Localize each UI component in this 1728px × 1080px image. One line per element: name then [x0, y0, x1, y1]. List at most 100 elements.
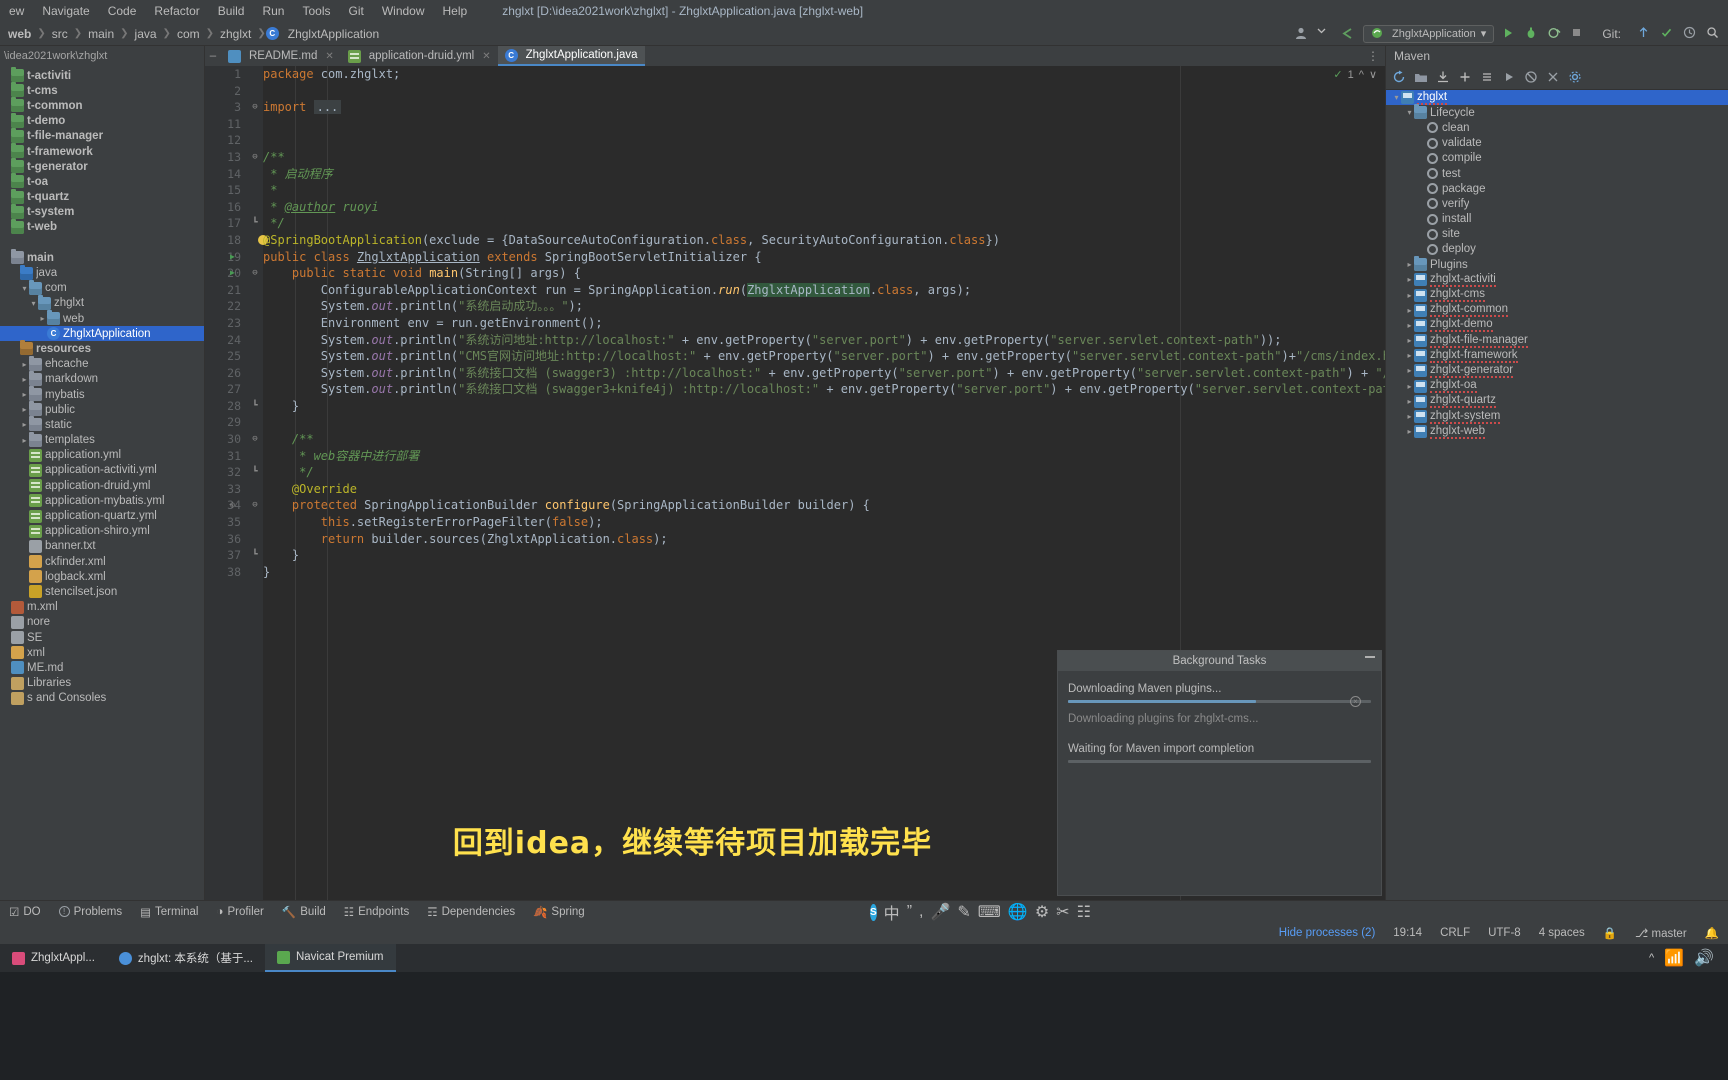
tree-item-templates[interactable]: ▸ templates	[0, 431, 204, 448]
fold-collapse-icon[interactable]: ⊖	[249, 497, 261, 514]
maven-tree-item-zhglxt-common[interactable]: ▸ zhglxt-common	[1386, 303, 1728, 318]
chevron-right-icon[interactable]: ▸	[1405, 260, 1414, 269]
tab-readme[interactable]: README.md ✕	[221, 46, 341, 66]
skip-tests-icon[interactable]	[1546, 70, 1562, 86]
history-icon[interactable]	[1683, 26, 1699, 42]
menu-icon[interactable]: ☷	[1077, 902, 1091, 922]
tree-item-banner-txt[interactable]: banner.txt	[0, 539, 204, 554]
breadcrumb-com[interactable]: com	[171, 27, 206, 41]
tree-item-t-generator[interactable]: t-generator	[0, 158, 204, 174]
minimize-icon[interactable]	[1365, 656, 1375, 658]
maven-tree-item-zhglxt-activiti[interactable]: ▸ zhglxt-activiti	[1386, 272, 1728, 287]
chevron-right-icon[interactable]: ▸	[20, 405, 29, 414]
chevron-right-icon[interactable]: ▸	[20, 390, 29, 399]
file-encoding[interactable]: UTF-8	[1479, 927, 1530, 939]
chevron-right-icon[interactable]: ▸	[1405, 397, 1414, 406]
menu-item-navigate[interactable]: Navigate	[33, 4, 98, 18]
code-line[interactable]: 15 *	[205, 182, 1385, 199]
quote-icon[interactable]: ”	[907, 903, 912, 921]
git-branch-widget[interactable]: ⎇ master	[1626, 926, 1696, 940]
tool-button-todo[interactable]: ☑ DO	[0, 905, 50, 919]
debug-icon[interactable]	[1524, 26, 1540, 42]
maven-tree-item-zhglxt-demo[interactable]: ▸ zhglxt-demo	[1386, 318, 1728, 333]
tool-button-endpoints[interactable]: ☷ Endpoints	[335, 905, 418, 919]
tree-item-application-activiti-yml[interactable]: application-activiti.yml	[0, 463, 204, 478]
tree-item-t-web[interactable]: t-web	[0, 218, 204, 235]
maven-tree-item-zhglxt-generator[interactable]: ▸ zhglxt-generator	[1386, 363, 1728, 378]
tree-item-zhglxtapplication[interactable]: C ZhglxtApplication	[0, 326, 204, 342]
tab-application-druid[interactable]: application-druid.yml ✕	[341, 46, 498, 66]
run-configuration-selector[interactable]: ZhglxtApplication ▾	[1363, 24, 1495, 43]
tree-item-markdown[interactable]: ▸ markdown	[0, 370, 204, 387]
menu-item-code[interactable]: Code	[99, 4, 146, 18]
menu-item-view[interactable]: ew	[0, 4, 33, 18]
code-line[interactable]: 2	[205, 83, 1385, 100]
code-line[interactable]: 3 ⊖ import ...	[205, 99, 1385, 116]
chevron-right-icon[interactable]: ▸	[1405, 306, 1414, 315]
indent-setting[interactable]: 4 spaces	[1530, 927, 1594, 939]
chevron-right-icon[interactable]: ▸	[20, 360, 29, 369]
maven-tool-window[interactable]: Maven ▾ zhglxt ▾ Lifecycle clean validat…	[1385, 46, 1728, 900]
tree-item-stencilset-json[interactable]: stencilset.json	[0, 584, 204, 599]
code-line[interactable]: 38}	[205, 564, 1385, 581]
chevron-down-icon[interactable]: ▾	[29, 299, 38, 308]
download-sources-icon[interactable]	[1436, 70, 1452, 86]
code-line[interactable]: 27 System.out.println("系统接口文档 (swagger3+…	[205, 381, 1385, 398]
maven-tree-item-zhglxt-framework[interactable]: ▸ zhglxt-framework	[1386, 348, 1728, 363]
code-line[interactable]: 19 ▶ public class ZhglxtApplication extend…	[205, 249, 1385, 266]
tree-item-nore[interactable]: nore	[0, 615, 204, 630]
tree-item-static[interactable]: ▸ static	[0, 416, 204, 432]
fold-collapse-icon[interactable]: ⊖	[249, 431, 261, 448]
chevron-right-icon[interactable]: ▸	[20, 375, 29, 384]
chevron-down-icon[interactable]	[1317, 26, 1333, 42]
tool-button-build[interactable]: 🔨 Build	[273, 905, 335, 919]
chevron-down-icon[interactable]: ▾	[1392, 93, 1401, 102]
tree-item-main[interactable]: main	[0, 249, 204, 265]
code-line[interactable]: 24 System.out.println("系统访问地址:http://loc…	[205, 332, 1385, 349]
tree-item-application-quartz-yml[interactable]: application-quartz.yml	[0, 508, 204, 523]
maven-tree-item-plugins[interactable]: ▸ Plugins	[1386, 256, 1728, 272]
tree-item-com[interactable]: ▾ com	[0, 279, 204, 296]
close-icon[interactable]: ✕	[482, 51, 490, 62]
tab-zhglxt-application[interactable]: C ZhglxtApplication.java	[497, 46, 645, 66]
fold-end-icon[interactable]: ┗	[249, 215, 261, 232]
tool-button-dependencies[interactable]: ☶ Dependencies	[418, 905, 524, 919]
chevron-up-icon[interactable]: ^	[1359, 69, 1364, 81]
maven-tree-item-zhglxt-system[interactable]: ▸ zhglxt-system	[1386, 409, 1728, 424]
tree-item-application-shiro-yml[interactable]: application-shiro.yml	[0, 524, 204, 539]
code-line[interactable]: 16 * @author ruoyi	[205, 199, 1385, 216]
breadcrumb-java[interactable]: java	[129, 27, 163, 41]
code-line[interactable]: 23 Environment env = run.getEnvironment(…	[205, 315, 1385, 332]
menu-item-build[interactable]: Build	[209, 4, 254, 18]
maven-tree-item-verify[interactable]: verify	[1386, 196, 1728, 211]
maven-tree-item-test[interactable]: test	[1386, 166, 1728, 181]
code-line[interactable]: 12	[205, 132, 1385, 149]
scissors-icon[interactable]: ✂	[1056, 902, 1069, 922]
code-line[interactable]: 33 @Override	[205, 481, 1385, 498]
chevron-right-icon[interactable]: ▸	[1405, 382, 1414, 391]
ime-toolbar[interactable]: S 中 ” , 🎤 ✎ ⌨ 🌐 ⚙ ✂ ☷	[870, 900, 1091, 924]
hide-tabs-icon[interactable]: –	[205, 50, 221, 62]
maven-tree-item-clean[interactable]: clean	[1386, 120, 1728, 135]
tab-options-icon[interactable]: ⋮	[1367, 49, 1385, 63]
tree-item-application-druid-yml[interactable]: application-druid.yml	[0, 478, 204, 493]
ime-chinese-toggle[interactable]: 中	[884, 900, 900, 924]
code-line[interactable]: 1 package com.zhglxt;	[205, 66, 1385, 83]
tree-item-t-system[interactable]: t-system	[0, 203, 204, 220]
maven-tree-item-lifecycle[interactable]: ▾ Lifecycle	[1386, 104, 1728, 120]
tree-item-xml[interactable]: xml	[0, 645, 204, 660]
refresh-icon[interactable]	[1392, 70, 1408, 86]
maven-tree-item-validate[interactable]: validate	[1386, 136, 1728, 151]
tree-item-t-oa[interactable]: t-oa	[0, 173, 204, 189]
line-separator[interactable]: CRLF	[1431, 927, 1479, 939]
settings-icon[interactable]: ⚙	[1035, 902, 1049, 922]
tree-item-t-file-manager[interactable]: t-file-manager	[0, 127, 204, 144]
maven-tree-item-compile[interactable]: compile	[1386, 151, 1728, 166]
tool-button-terminal[interactable]: ▤ Terminal	[131, 905, 207, 919]
run-gutter-icon[interactable]: ▶	[230, 249, 235, 266]
chevron-right-icon[interactable]: ▸	[38, 314, 47, 323]
run-with-coverage-icon[interactable]	[1547, 26, 1563, 42]
maven-tree-item-zhglxt-web[interactable]: ▸ zhglxt-web	[1386, 424, 1728, 439]
breadcrumb-class[interactable]: ZhglxtApplication	[282, 27, 385, 41]
fold-end-icon[interactable]: ┗	[249, 398, 261, 415]
